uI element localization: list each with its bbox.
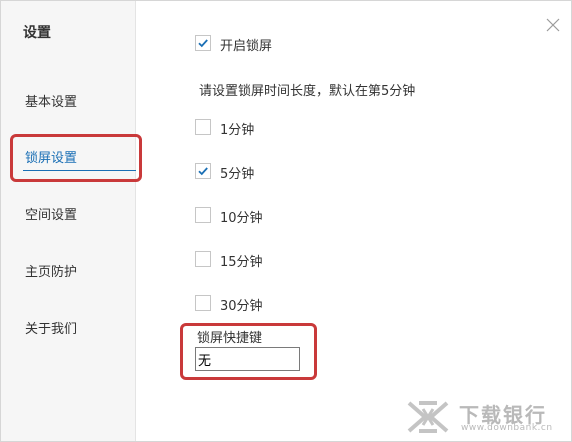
sidebar-item-basic-settings[interactable]: 基本设置 bbox=[25, 91, 77, 110]
option-15min-label: 15分钟 bbox=[220, 255, 263, 270]
sidebar-item-about-us[interactable]: 关于我们 bbox=[25, 318, 77, 337]
settings-window: 设置 基本设置 锁屏设置 空间设置 主页防护 关于我们 开启锁屏 请设置锁屏时间… bbox=[0, 0, 572, 442]
sidebar-item-space-settings[interactable]: 空间设置 bbox=[25, 204, 77, 223]
sidebar: 设置 基本设置 锁屏设置 空间设置 主页防护 关于我们 bbox=[1, 1, 136, 441]
watermark: 下载银行 www.downbank.cn bbox=[405, 399, 565, 439]
sidebar-title: 设置 bbox=[23, 25, 51, 41]
option-5min-label: 5分钟 bbox=[220, 167, 255, 182]
sidebar-item-lock-screen-settings[interactable]: 锁屏设置 bbox=[25, 147, 77, 166]
option-15min-checkbox[interactable] bbox=[195, 251, 211, 267]
checkmark-icon bbox=[198, 39, 208, 48]
enable-lock-checkbox[interactable] bbox=[195, 35, 211, 51]
option-5min-checkbox[interactable] bbox=[195, 163, 211, 179]
hotkey-input[interactable] bbox=[195, 347, 300, 371]
option-10min-checkbox[interactable] bbox=[195, 207, 211, 223]
option-10min-label: 10分钟 bbox=[220, 211, 263, 226]
enable-lock-label: 开启锁屏 bbox=[220, 39, 273, 54]
sidebar-item-homepage-protection[interactable]: 主页防护 bbox=[25, 261, 77, 280]
watermark-url: www.downbank.cn bbox=[461, 423, 553, 433]
option-1min-checkbox[interactable] bbox=[195, 119, 211, 135]
option-30min-label: 30分钟 bbox=[220, 299, 263, 314]
close-icon[interactable] bbox=[544, 16, 562, 34]
option-30min-checkbox[interactable] bbox=[195, 295, 211, 311]
lock-time-description: 请设置锁屏时间长度，默认在第5分钟 bbox=[199, 84, 416, 99]
option-1min-label: 1分钟 bbox=[220, 123, 255, 138]
checkmark-icon bbox=[198, 167, 208, 176]
hotkey-label: 锁屏快捷键 bbox=[197, 331, 263, 346]
active-tab-underline bbox=[23, 170, 136, 171]
downbank-logo-icon bbox=[407, 401, 449, 433]
